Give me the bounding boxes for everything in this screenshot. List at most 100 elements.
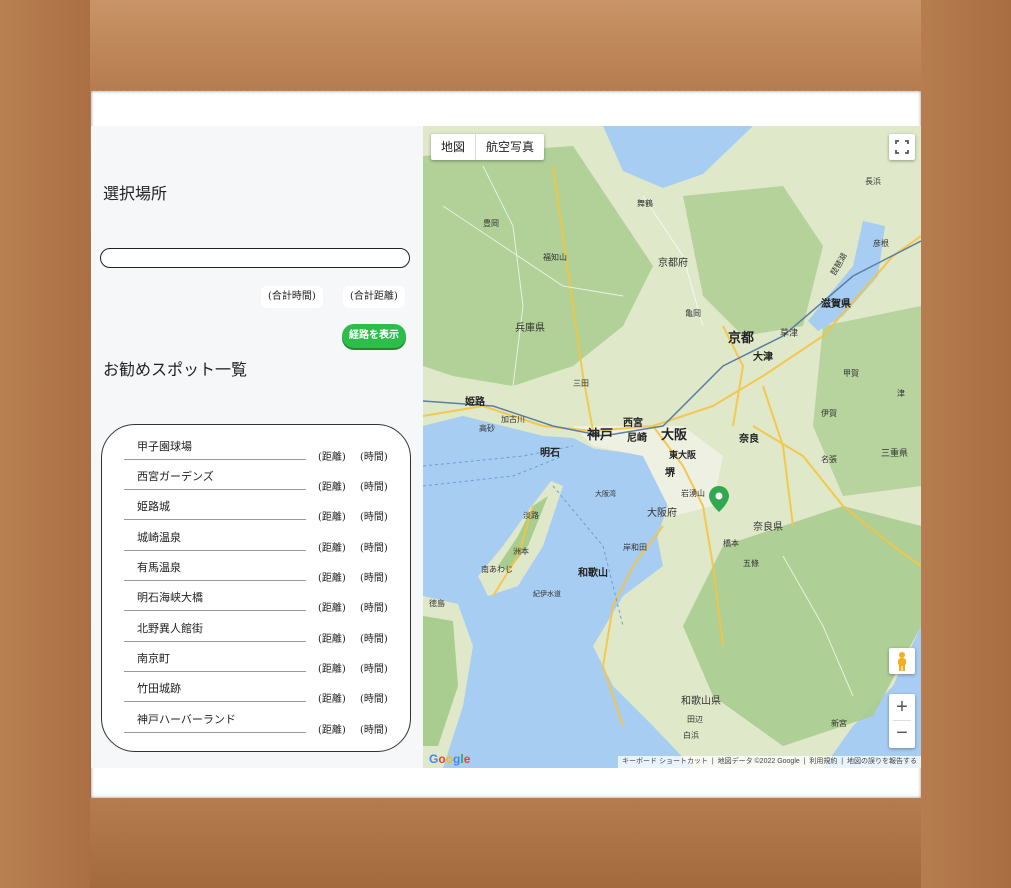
list-item[interactable]: 明石海峡大橋 (距離) (時間): [102, 589, 412, 619]
spot-distance: (距離): [318, 634, 346, 645]
map-label-osaka: 大阪: [661, 427, 688, 442]
spot-distance: (距離): [318, 725, 346, 736]
spot-time: (時間): [360, 603, 388, 614]
map-label-osaka-bay: 大阪湾: [595, 489, 616, 498]
spot-distance: (距離): [318, 452, 346, 463]
map-label-hyogo-pref: 兵庫県: [515, 321, 545, 334]
map-label-himeji: 姫路: [465, 395, 486, 408]
spot-time: (時間): [360, 573, 388, 584]
map-label-maizuru: 舞鶴: [637, 198, 653, 208]
map-label-kameoka: 亀岡: [685, 308, 701, 318]
spot-distance: (距離): [318, 512, 346, 523]
map-label-kyoto: 京都: [728, 330, 754, 345]
selected-title: 選択場所: [103, 184, 168, 203]
spot-distance: (距離): [318, 603, 346, 614]
spot-name[interactable]: 明石海峡大橋: [124, 589, 306, 611]
list-item[interactable]: 城崎温泉 (距離) (時間): [102, 529, 412, 559]
map-label-kusatsu: 草津: [780, 327, 798, 338]
pegman-icon: [898, 652, 906, 671]
map-label-koka: 甲賀: [843, 368, 859, 378]
map-label-hikone: 彦根: [873, 238, 889, 248]
spot-name[interactable]: 甲子園球場: [124, 438, 306, 460]
spot-name[interactable]: 西宮ガーデンズ: [124, 468, 306, 490]
spot-name[interactable]: 有馬温泉: [124, 559, 306, 581]
map-type-satellite-button[interactable]: 航空写真: [476, 134, 544, 160]
list-item[interactable]: 西宮ガーデンズ (距離) (時間): [102, 468, 412, 498]
map-type-map-button[interactable]: 地図: [431, 134, 475, 160]
frame-bottom: [0, 798, 1011, 888]
map-label-kakogawa: 加古川: [501, 414, 525, 424]
spot-distance: (距離): [318, 694, 346, 705]
map-label-sumoto: 洲本: [513, 546, 529, 556]
spot-name[interactable]: 神戸ハーバーランド: [124, 711, 306, 733]
spot-time: (時間): [360, 725, 388, 736]
map-label-mie-pref: 三重県: [881, 447, 908, 458]
list-item[interactable]: 神戸ハーバーランド (距離) (時間): [102, 711, 412, 741]
spot-time: (時間): [360, 543, 388, 554]
spot-name[interactable]: 南京町: [124, 650, 306, 672]
list-item[interactable]: 竹田城跡 (距離) (時間): [102, 680, 412, 710]
map-type-control: 地図 航空写真: [431, 134, 545, 160]
total-time: (合計時間): [261, 286, 323, 308]
zoom-in-button[interactable]: +: [889, 694, 915, 720]
map-label-nara-pref: 奈良県: [753, 520, 783, 533]
map-label-shiga-pref: 滋賀県: [821, 297, 851, 310]
spot-time: (時間): [360, 482, 388, 493]
street-view-button[interactable]: [889, 648, 915, 674]
map-label-kii-channel: 紀伊水道: [533, 589, 561, 598]
map-label-shingu: 新宮: [831, 718, 847, 728]
show-route-button[interactable]: 経路を表示: [342, 324, 406, 348]
map-label-awaji: 淡路: [523, 510, 539, 520]
spot-name[interactable]: 姫路城: [124, 498, 306, 520]
map-label-nishinomiya: 西宮: [623, 416, 643, 429]
fullscreen-button[interactable]: [889, 134, 915, 160]
spot-distance: (距離): [318, 664, 346, 675]
map-label-otsu: 大津: [753, 350, 773, 363]
map-canvas[interactable]: 京都 神戸 大阪 姫路 西宮 尼崎 明石 奈良 東大阪 堺 和歌山 大津 滋賀県…: [423, 126, 921, 768]
list-item[interactable]: 姫路城 (距離) (時間): [102, 498, 412, 528]
map-label-iwatesan: 岩湧山: [681, 488, 705, 498]
keyboard-shortcuts-link[interactable]: キーボード ショートカット: [622, 758, 708, 765]
spot-distance: (距離): [318, 573, 346, 584]
map-label-wakayama-pref: 和歌山県: [681, 694, 721, 707]
frame-right: [921, 0, 1011, 888]
map-label-iga: 伊賀: [821, 408, 837, 418]
page-canvas: 選択場所 (合計時間) (合計距離) 経路を表示 お勧めスポット一覧 甲子園球場…: [91, 91, 921, 798]
selected-place-input[interactable]: [100, 248, 410, 268]
map-label-tsu: 津: [897, 388, 905, 398]
list-item[interactable]: 北野異人館街 (距離) (時間): [102, 620, 412, 650]
spot-name[interactable]: 竹田城跡: [124, 680, 306, 702]
map-label-kobe: 神戸: [587, 427, 613, 442]
list-item[interactable]: 南京町 (距離) (時間): [102, 650, 412, 680]
map-label-amagasaki: 尼崎: [627, 431, 647, 444]
spot-name[interactable]: 北野異人館街: [124, 620, 306, 642]
zoom-out-button[interactable]: −: [889, 721, 915, 747]
total-distance: (合計距離): [343, 286, 405, 308]
map-label-minamiawaji: 南あわじ: [481, 564, 513, 574]
frame-left: [0, 0, 90, 888]
spots-title: お勧めスポット一覧: [103, 360, 248, 379]
report-error-link[interactable]: 地図の誤りを報告する: [847, 758, 917, 765]
spot-time: (時間): [360, 452, 388, 463]
route-panel: 選択場所 (合計時間) (合計距離) 経路を表示 お勧めスポット一覧 甲子園球場…: [91, 126, 423, 768]
spot-distance: (距離): [318, 543, 346, 554]
spot-time: (時間): [360, 634, 388, 645]
map-label-tanabe: 田辺: [687, 715, 703, 724]
google-logo[interactable]: Google: [429, 752, 470, 766]
map-label-toyooka: 豊岡: [483, 218, 499, 228]
map-label-osaka-pref: 大阪府: [647, 506, 677, 519]
map-label-nagahama: 長浜: [865, 176, 881, 186]
frame-top: [0, 0, 1011, 90]
spot-time: (時間): [360, 664, 388, 675]
map-label-nara: 奈良: [738, 432, 759, 445]
list-item[interactable]: 有馬温泉 (距離) (時間): [102, 559, 412, 589]
map-label-sakai: 堺: [665, 466, 676, 479]
terms-link[interactable]: 利用規約: [809, 758, 837, 765]
map-data-attribution: 地図データ ©2022 Google: [717, 758, 800, 765]
spot-name[interactable]: 城崎温泉: [124, 529, 306, 551]
map-label-sanda: 三田: [573, 379, 589, 388]
map-label-wakayama: 和歌山: [577, 566, 608, 579]
list-item[interactable]: 甲子園球場 (距離) (時間): [102, 438, 412, 468]
map-view[interactable]: 京都 神戸 大阪 姫路 西宮 尼崎 明石 奈良 東大阪 堺 和歌山 大津 滋賀県…: [423, 126, 921, 768]
map-label-tokushima: 徳島: [429, 598, 445, 608]
